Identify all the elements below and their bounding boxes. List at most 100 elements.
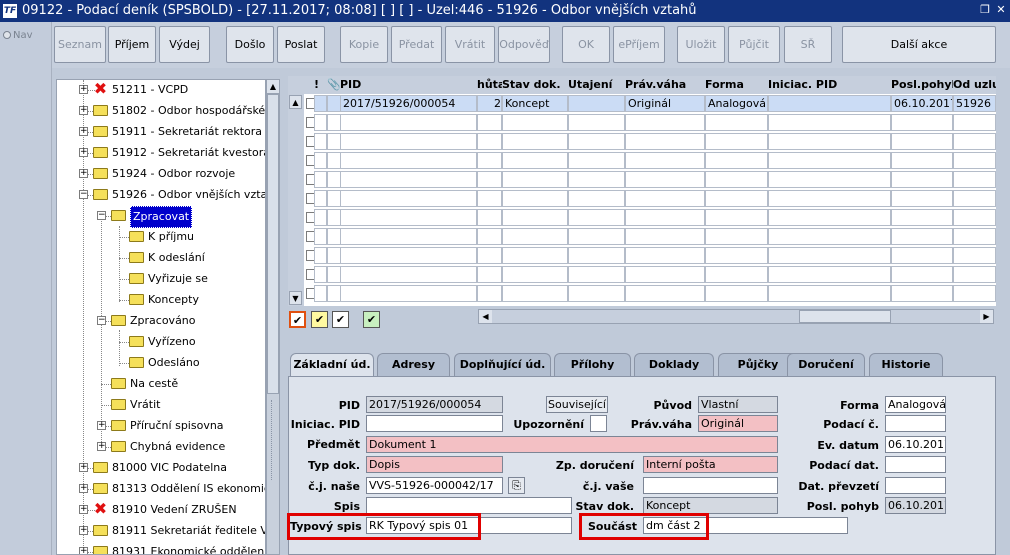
puvod-field[interactable]: Vlastní	[698, 396, 778, 413]
sr-button[interactable]: SŘ	[784, 26, 832, 63]
grid-cell[interactable]	[314, 209, 327, 226]
grid-cell[interactable]: Analogová	[705, 95, 768, 112]
grid-cell[interactable]	[327, 190, 341, 207]
grid-cell[interactable]	[340, 190, 477, 207]
tree-item[interactable]: K odeslání	[57, 248, 265, 268]
nav-toggle[interactable]: Nav	[3, 30, 33, 41]
odpoved-button[interactable]: Odpověď	[498, 26, 550, 63]
grid-cell[interactable]: Koncept	[502, 95, 568, 112]
grid-cell[interactable]	[705, 190, 768, 207]
expand-toggle-icon[interactable]: +	[79, 505, 88, 514]
column-header[interactable]: Posl.pohyb	[891, 76, 953, 94]
podaci-dat-field[interactable]	[885, 456, 946, 473]
column-header[interactable]: hůta	[477, 76, 502, 94]
grid-cell[interactable]	[314, 247, 327, 264]
grid-cell[interactable]	[568, 190, 625, 207]
grid-cell[interactable]	[568, 228, 625, 245]
grid-cell[interactable]	[327, 209, 341, 226]
grid-cell[interactable]	[625, 266, 705, 283]
grid-cell[interactable]	[953, 171, 996, 188]
grid-cell[interactable]	[768, 209, 891, 226]
grid-cell[interactable]	[953, 209, 996, 226]
expand-toggle-icon[interactable]: +	[79, 148, 88, 157]
grid-cell[interactable]	[625, 171, 705, 188]
grid-cell[interactable]	[314, 228, 327, 245]
grid-cell[interactable]	[625, 209, 705, 226]
ok-button[interactable]: OK	[562, 26, 610, 63]
grid-cell[interactable]	[314, 95, 327, 112]
grid-cell[interactable]	[625, 152, 705, 169]
grid-cell[interactable]	[953, 133, 996, 150]
tree-item[interactable]: Vrátit	[57, 395, 265, 415]
grid-cell[interactable]	[891, 171, 953, 188]
grid-cell[interactable]	[477, 152, 502, 169]
tree-item[interactable]: + Příruční spisovna	[57, 416, 265, 436]
expand-toggle-icon[interactable]: −	[97, 316, 106, 325]
tree-item[interactable]: + ✖ 51211 - VCPD	[57, 80, 265, 100]
grid-cell[interactable]	[705, 209, 768, 226]
grid-cell[interactable]	[314, 285, 327, 302]
grid-cell[interactable]	[340, 285, 477, 302]
expand-toggle-icon[interactable]: −	[79, 190, 88, 199]
grid-cell[interactable]	[705, 152, 768, 169]
grid-cell[interactable]	[502, 247, 568, 264]
grid-cell[interactable]	[327, 171, 341, 188]
forma-field[interactable]: Analogová	[885, 396, 946, 413]
grid-cell[interactable]	[477, 133, 502, 150]
grid-cell[interactable]	[340, 133, 477, 150]
grid-cell[interactable]	[568, 171, 625, 188]
tree-item[interactable]: +51802 - Odbor hospodářské sprá	[57, 101, 265, 121]
iniciac-pid-field[interactable]	[366, 415, 503, 432]
grid-cell[interactable]	[705, 133, 768, 150]
tab-doruceni[interactable]: Doručení	[787, 353, 865, 376]
grid-cell[interactable]	[768, 133, 891, 150]
grid-cell[interactable]	[891, 114, 953, 131]
grid-cell[interactable]	[705, 228, 768, 245]
grid-cell[interactable]	[340, 114, 477, 131]
grid-cell[interactable]	[340, 152, 477, 169]
ev-datum-field[interactable]: 06.10.2017	[885, 436, 946, 453]
grid-cell[interactable]	[891, 247, 953, 264]
expand-toggle-icon[interactable]: +	[79, 547, 88, 554]
expand-toggle-icon[interactable]: +	[79, 106, 88, 115]
grid-cell[interactable]	[891, 190, 953, 207]
grid-cell[interactable]	[705, 266, 768, 283]
cj-nase-picker-icon[interactable]: ⎘	[508, 477, 525, 494]
filter-green-checkbox[interactable]: ✔	[363, 311, 380, 328]
grid-cell[interactable]	[327, 114, 341, 131]
grid-cell[interactable]	[327, 247, 341, 264]
grid-cell[interactable]	[768, 114, 891, 131]
grid-cell[interactable]	[502, 171, 568, 188]
grid-cell[interactable]	[768, 190, 891, 207]
predat-button[interactable]: Předat	[391, 26, 442, 63]
expand-toggle-icon[interactable]: +	[97, 421, 106, 430]
grid-cell[interactable]	[327, 228, 341, 245]
grid-cell[interactable]	[502, 285, 568, 302]
stav-dok-field[interactable]: Koncept	[643, 497, 778, 514]
tree-item[interactable]: +81000 VIC Podatelna	[57, 458, 265, 478]
grid-cell[interactable]	[953, 285, 996, 302]
column-header[interactable]: !	[314, 76, 327, 94]
cj-vase-field[interactable]	[643, 477, 778, 494]
tab-historie[interactable]: Historie	[869, 353, 943, 376]
grid-cell[interactable]	[891, 133, 953, 150]
poslat-button[interactable]: Poslat	[277, 26, 325, 63]
tree-item[interactable]: Na cestě	[57, 374, 265, 394]
expand-toggle-icon[interactable]: +	[97, 442, 106, 451]
grid-cell[interactable]	[953, 228, 996, 245]
tree-item[interactable]: +51912 - Sekretariát kvestora	[57, 143, 265, 163]
grid-cell[interactable]	[340, 209, 477, 226]
grid-cell[interactable]	[340, 247, 477, 264]
grid-cell[interactable]	[953, 114, 996, 131]
column-header[interactable]	[288, 76, 302, 94]
grid-cell[interactable]	[477, 209, 502, 226]
grid-cell[interactable]	[768, 228, 891, 245]
grid-cell[interactable]	[327, 95, 341, 112]
grid-cell[interactable]	[891, 228, 953, 245]
grid-cell[interactable]	[568, 133, 625, 150]
prav-vaha-field[interactable]: Originál	[698, 415, 778, 432]
filter-yellow-checkbox[interactable]: ✔	[311, 311, 328, 328]
grid-cell[interactable]	[314, 114, 327, 131]
grid-cell[interactable]	[568, 95, 625, 112]
grid-cell[interactable]	[477, 114, 502, 131]
